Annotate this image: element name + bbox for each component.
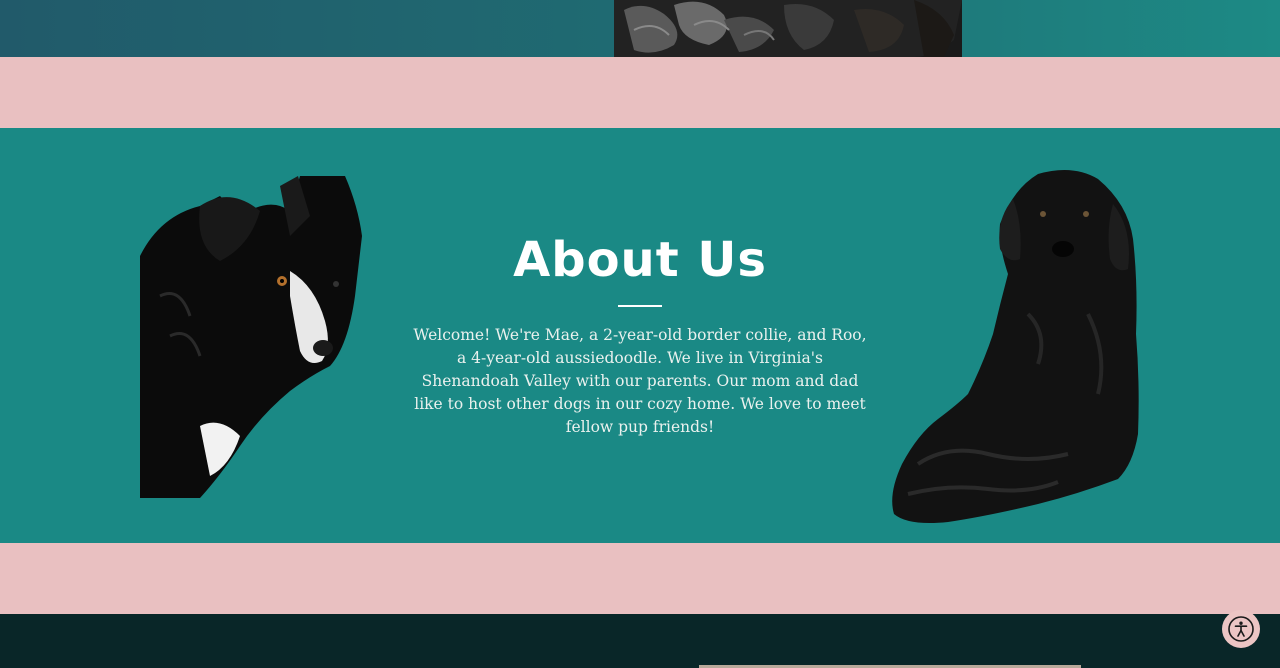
about-section: About Us Welcome! We're Mae, a 2-year-ol… [0,128,1280,543]
mae-border-collie-photo [140,176,362,498]
top-section [0,0,1280,57]
about-description: Welcome! We're Mae, a 2-year-old border … [413,326,867,436]
about-title: About Us [513,232,767,288]
pink-spacer-top [0,57,1280,128]
bottom-section [0,614,1280,668]
roo-aussiedoodle-photo [892,170,1139,523]
pink-spacer-bottom [0,543,1280,614]
title-divider [618,305,662,307]
accessibility-icon [1228,616,1254,642]
accessibility-button[interactable] [1222,610,1260,648]
dog-photo-top [614,0,962,57]
